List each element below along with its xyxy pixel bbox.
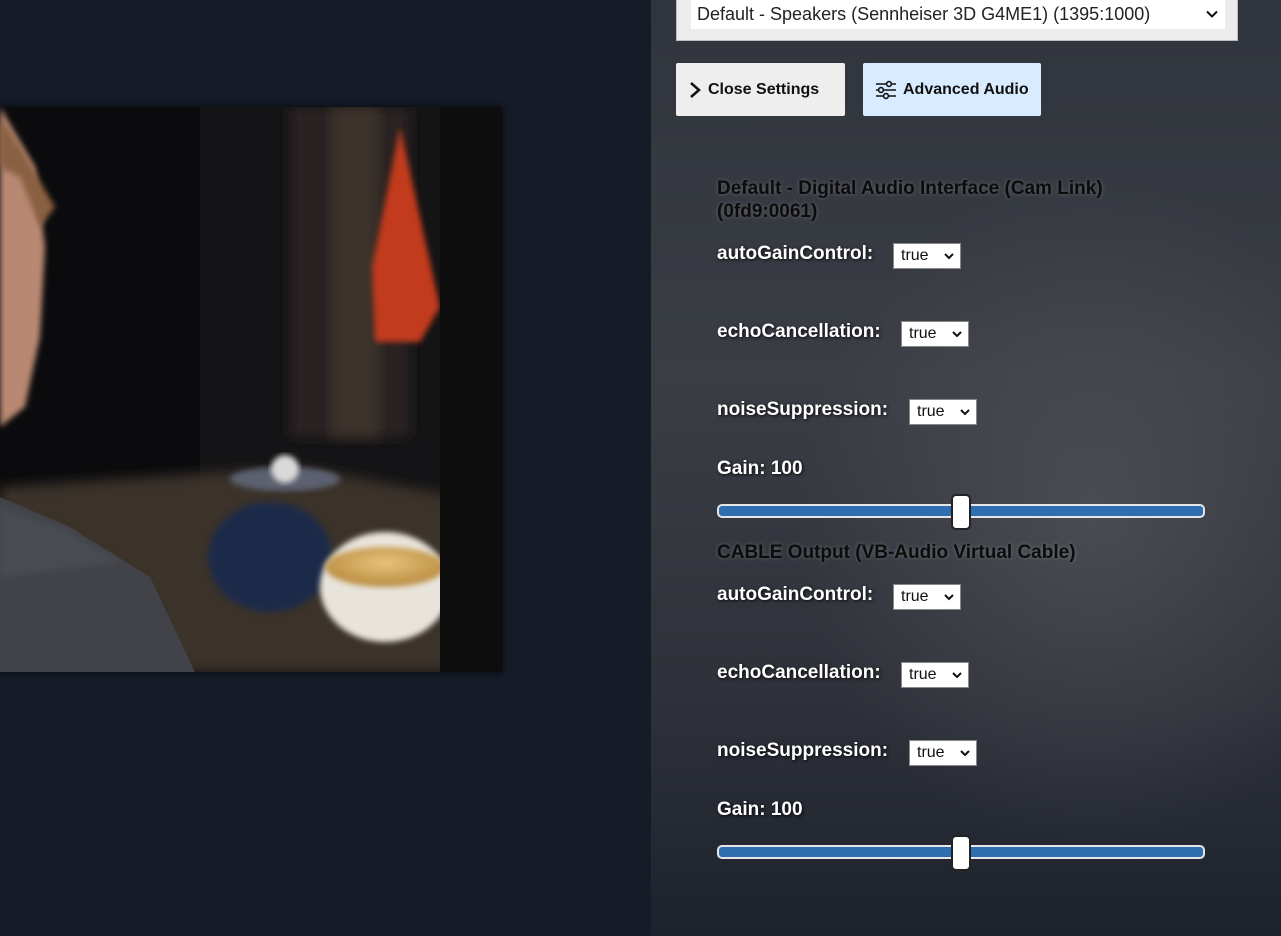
gain-slider[interactable] (717, 835, 1205, 871)
echo-cancellation-select[interactable]: true (901, 321, 969, 347)
advanced-audio-button[interactable]: Advanced Audio (863, 63, 1041, 116)
echo-cancellation-label: echoCancellation: (717, 321, 881, 342)
gain-label: Gain: 100 (717, 458, 803, 479)
settings-panel: Default - Speakers (Sennheiser 3D G4ME1)… (651, 0, 1281, 936)
speaker-select-container: Default - Speakers (Sennheiser 3D G4ME1)… (676, 0, 1238, 41)
gain-slider-thumb[interactable] (951, 835, 971, 871)
echo-cancellation-label: echoCancellation: (717, 662, 881, 683)
select-value: true (909, 325, 937, 342)
video-frame-image (0, 107, 502, 672)
select-value: true (917, 403, 945, 420)
echo-cancellation-select[interactable]: true (901, 662, 969, 688)
video-preview (0, 107, 502, 672)
auto-gain-control-label: autoGainControl: (717, 584, 874, 605)
select-value: true (917, 744, 945, 761)
app-window: Default - Speakers (Sennheiser 3D G4ME1)… (0, 0, 1281, 936)
select-value: true (901, 588, 929, 605)
noise-suppression-select[interactable]: true (909, 399, 977, 425)
gain-slider-thumb[interactable] (951, 494, 971, 530)
advanced-audio-label: Advanced Audio (903, 80, 1029, 98)
chevron-down-icon (960, 409, 970, 416)
chevron-down-icon (960, 750, 970, 757)
close-settings-label: Close Settings (708, 80, 820, 98)
noise-suppression-label: noiseSuppression: (717, 399, 889, 420)
noise-suppression-label: noiseSuppression: (717, 740, 889, 761)
auto-gain-control-label: autoGainControl: (717, 243, 874, 264)
device-title: CABLE Output (VB-Audio Virtual Cable) (717, 542, 1076, 563)
auto-gain-control-select[interactable]: true (893, 584, 961, 610)
select-value: true (901, 247, 929, 264)
chevron-down-icon (944, 253, 954, 260)
device-title: Default - Digital Audio Interface (Cam L… (717, 178, 1103, 222)
chevron-down-icon (952, 331, 962, 338)
speaker-output-select[interactable]: Default - Speakers (Sennheiser 3D G4ME1)… (691, 0, 1225, 29)
sliders-icon (876, 80, 896, 99)
gain-label: Gain: 100 (717, 799, 803, 820)
chevron-down-icon (1206, 10, 1218, 18)
auto-gain-control-select[interactable]: true (893, 243, 961, 269)
close-settings-button[interactable]: Close Settings (676, 63, 845, 116)
chevron-right-icon (690, 81, 701, 98)
gain-slider[interactable] (717, 494, 1205, 530)
chevron-down-icon (944, 594, 954, 601)
select-value: true (909, 666, 937, 683)
speaker-select-value: Default - Speakers (Sennheiser 3D G4ME1)… (697, 4, 1151, 24)
chevron-down-icon (952, 672, 962, 679)
noise-suppression-select[interactable]: true (909, 740, 977, 766)
